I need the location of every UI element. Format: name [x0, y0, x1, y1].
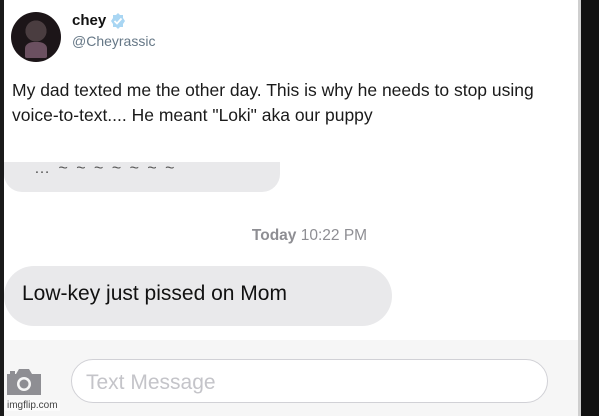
tweet-author-handle[interactable]: @Cheyrassic [72, 33, 155, 49]
previous-message-bubble: … ~ ~ ~ ~ ~ ~ ~ [4, 160, 280, 192]
received-message-bubble[interactable]: Low-key just pissed on Mom [4, 266, 392, 326]
message-timestamp: Today 10:22 PM [4, 227, 560, 245]
frame-left-edge [0, 0, 4, 416]
tweet-card: chey @Cheyrassic My dad texted me the ot… [0, 0, 578, 170]
verified-badge-icon [111, 13, 125, 29]
watermark: imgflip.com [5, 400, 60, 411]
message-input-bar: Text Message [4, 340, 578, 416]
frame-right-edge [581, 0, 599, 416]
timestamp-time: 10:22 PM [300, 227, 368, 244]
avatar[interactable] [11, 12, 61, 62]
message-thread: … ~ ~ ~ ~ ~ ~ ~ Today 10:22 PM Low-key j… [4, 160, 578, 416]
timestamp-day: Today [251, 227, 297, 244]
tweet-author-name[interactable]: chey [72, 12, 106, 29]
text-message-input[interactable]: Text Message [71, 359, 548, 403]
previous-message-fragment: … ~ ~ ~ ~ ~ ~ ~ [34, 160, 177, 177]
tweet-text: My dad texted me the other day. This is … [12, 80, 534, 125]
camera-icon[interactable] [4, 364, 44, 400]
